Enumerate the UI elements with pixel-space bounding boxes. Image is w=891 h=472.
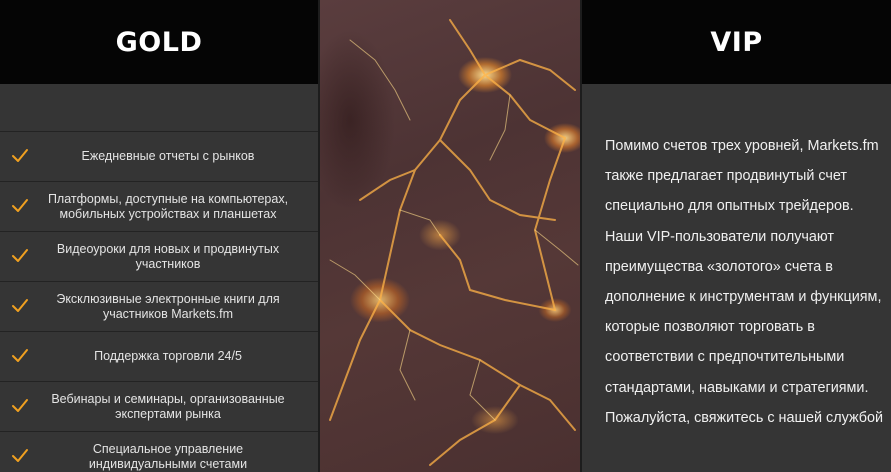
gold-feature-label: Эксклюзивные электронные книги для участ…	[56, 291, 280, 321]
check-icon	[12, 448, 28, 462]
check-icon	[12, 348, 28, 362]
gold-feature-list: Ежедневные отчеты с рынков Платформы, дос…	[0, 132, 318, 472]
gold-feature-row: Специальное управление индивидуальными с…	[0, 432, 318, 472]
gold-feature-row: Эксклюзивные электронные книги для участ…	[0, 282, 318, 332]
check-icon	[12, 248, 28, 262]
gold-plan-header: GOLD	[0, 0, 318, 84]
check-icon	[12, 198, 28, 212]
gold-plan-column: GOLD Ежедневные отчеты с рынков Платформы…	[0, 0, 318, 472]
check-icon	[12, 298, 28, 312]
gold-feature-row: Ежедневные отчеты с рынков	[0, 132, 318, 182]
pricing-page: GOLD Ежедневные отчеты с рынков Платформы…	[0, 0, 891, 472]
check-icon	[12, 398, 28, 412]
gold-feature-label: Поддержка торговли 24/5	[94, 349, 242, 363]
gold-feature-label: Платформы, доступные на компьютерах, моб…	[47, 191, 289, 221]
gold-veins-decoration	[329, 19, 579, 466]
gold-feature-row: Вебинары и семинары, организованные эксп…	[0, 382, 318, 432]
gold-plan-spacer	[0, 84, 318, 132]
gold-feature-row: Поддержка торговли 24/5	[0, 332, 318, 382]
vip-plan-description: Помимо счетов трех уровней, Markets.fm т…	[605, 138, 884, 426]
gold-plan-title: GOLD	[115, 26, 203, 58]
gold-feature-label: Вебинары и семинары, организованные эксп…	[51, 391, 285, 421]
vip-plan-column: VIP Помимо счетов трех уровней, Markets.…	[582, 0, 891, 472]
gold-feature-row: Платформы, доступные на компьютерах, моб…	[0, 182, 318, 232]
gold-feature-label: Видеоуроки для новых и продвинутых участ…	[56, 241, 280, 271]
gold-feature-label: Ежедневные отчеты с рынков	[81, 149, 255, 163]
gold-feature-row: Видеоуроки для новых и продвинутых участ…	[0, 232, 318, 282]
molten-gold-texture-image	[320, 0, 580, 472]
check-icon	[12, 148, 28, 162]
gold-feature-label: Специальное управление индивидуальными с…	[88, 441, 248, 471]
